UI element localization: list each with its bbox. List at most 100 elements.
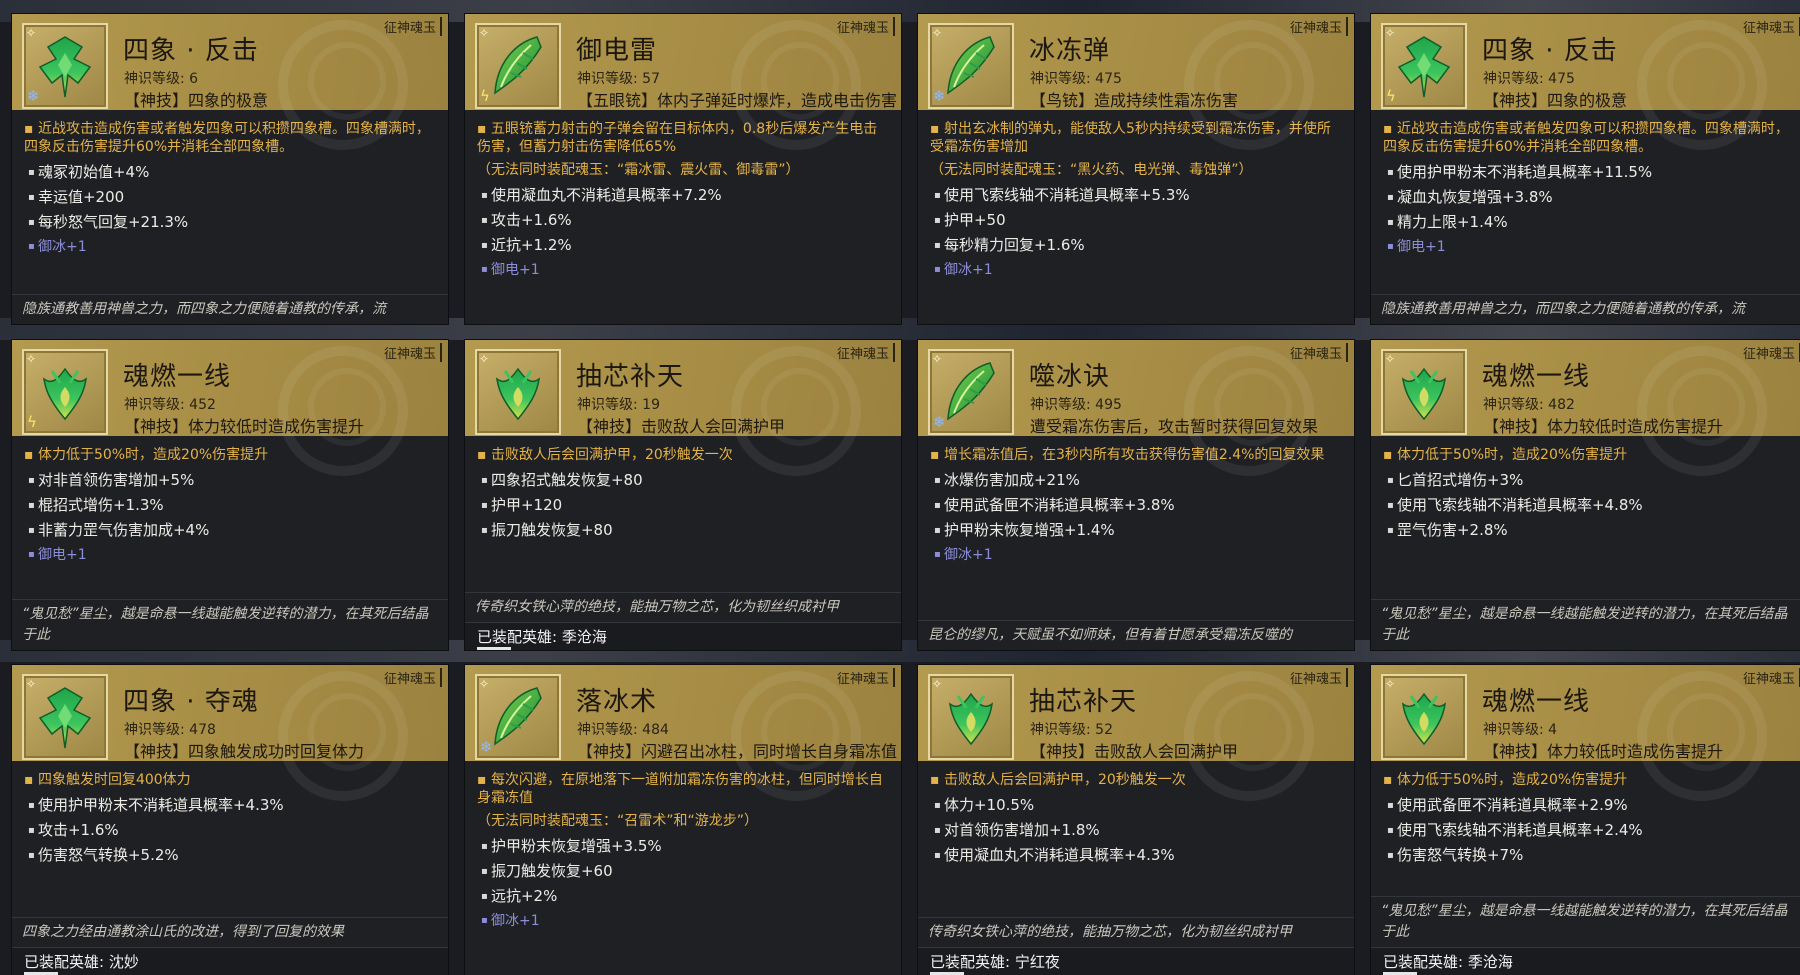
stat-line: 罡气伤害+2.8% xyxy=(1383,519,1795,544)
card-title: 抽芯补天 xyxy=(576,362,685,392)
soul-jade-card[interactable]: 征神魂玉 ✧ ϟ 魂燃一线 神识等级: 452 【神技】体力较低时造成伤害提升 ▪ 体力低于… xyxy=(12,340,448,650)
card-description: 【神技】体力较低时造成伤害提升 xyxy=(1483,417,1724,436)
stat-line: 魂冢初始值+4% xyxy=(24,161,436,186)
lore-text: 隐族通教善用神兽之力，而四象之力便随着通教的传承，流 xyxy=(12,294,448,324)
card-title: 四象 · 反击 xyxy=(123,36,259,66)
soul-jade-card[interactable]: 征神魂玉 ✧ ϟ 御电雷 神识等级: 57 【五眼铳】体内子弹延时爆炸，造成电击伤害 ▪ 五… xyxy=(465,14,901,324)
leaf-blade-icon: ✧ ❄ xyxy=(475,674,561,760)
snowflake-icon: ❄ xyxy=(27,87,40,105)
card-description: 【神技】四象的极意 xyxy=(1483,91,1628,110)
stat-line: 非蓄力罡气伤害加成+4% xyxy=(24,519,436,544)
soul-jade-card[interactable]: 征神魂玉 ✧ 抽芯补天 神识等级: 19 【神技】击败敌人会回满护甲 ▪ 击败敌人后会回满… xyxy=(465,340,901,650)
bolt-icon: ϟ xyxy=(27,413,37,431)
card-level: 神识等级: 57 xyxy=(577,71,660,87)
soul-jade-card[interactable]: 征神魂玉 ✧ 抽芯补天 神识等级: 52 【神技】击败敌人会回满护甲 ▪ 击败敌人后会回满… xyxy=(918,665,1354,975)
flame-heart-icon: ✧ ϟ xyxy=(22,349,108,435)
stat-line: 攻击+1.6% xyxy=(24,819,436,844)
corner-star-icon: ✧ xyxy=(479,677,490,691)
flame-heart-icon: ✧ xyxy=(475,349,561,435)
corner-star-icon: ✧ xyxy=(932,352,943,366)
effect-text: （无法同时装配魂玉：“霜冰雷、震火雷、御毒雷”） xyxy=(477,162,800,178)
sixiang-green-icon: ✧ xyxy=(22,674,108,760)
equipped-hero: 已装配英雄: 沈妙 xyxy=(12,947,448,975)
stat-line: 使用飞索线轴不消耗道具概率+5.3% xyxy=(930,184,1342,209)
category-tag: 征神魂玉 xyxy=(380,668,442,687)
lore-text: 传奇织女铁心萍的绝技，能抽万物之芯，化为韧丝织成衬甲 xyxy=(465,592,901,622)
card-level: 神识等级: 475 xyxy=(1030,71,1122,87)
stat-line: 攻击+1.6% xyxy=(477,209,889,234)
category-tag: 征神魂玉 xyxy=(833,343,895,362)
card-description: 【神技】四象触发成功时回复体力 xyxy=(124,742,365,761)
stat-line: 每秒精力回复+1.6% xyxy=(930,234,1342,259)
snowflake-icon: ❄ xyxy=(480,738,493,756)
card-level: 神识等级: 484 xyxy=(577,722,669,738)
card-description: 【神技】击败敌人会回满护甲 xyxy=(577,417,786,436)
soul-jade-card[interactable]: 征神魂玉 ✧ ❄ 噬冰诀 神识等级: 495 遭受霜冻伤害后，攻击暂时获得回复效果 ▪ 增长… xyxy=(918,340,1354,650)
sixiang-green-icon: ✧ ❄ xyxy=(22,23,108,109)
soul-jade-card[interactable]: 征神魂玉 ✧ ❄ 落冰术 神识等级: 484 【神技】闪避召出冰柱，同时增长自身霜冻值 ▪ … xyxy=(465,665,901,975)
equipped-indicator xyxy=(477,647,511,650)
category-tag: 征神魂玉 xyxy=(380,17,442,36)
corner-star-icon: ✧ xyxy=(479,352,490,366)
card-header: 征神魂玉 ✧ 魂燃一线 神识等级: 4 【神技】体力较低时造成伤害提升 xyxy=(1371,665,1800,801)
stat-line: 护甲+50 xyxy=(930,209,1342,234)
element-bonus: 御冰+1 xyxy=(24,236,436,260)
sixiang-green-icon: ✧ ϟ xyxy=(1381,23,1467,109)
snowflake-watermark xyxy=(1667,42,1745,120)
corner-star-icon: ✧ xyxy=(1385,352,1396,366)
soul-jade-card[interactable]: 征神魂玉 ✧ 四象 · 夺魂 神识等级: 478 【神技】四象触发成功时回复体力 ▪ 四象… xyxy=(12,665,448,975)
card-description: 【神技】体力较低时造成伤害提升 xyxy=(1483,742,1724,761)
card-title: 噬冰诀 xyxy=(1029,362,1111,392)
card-description: 【神技】四象的极意 xyxy=(124,91,269,110)
card-title: 魂燃一线 xyxy=(123,362,232,392)
corner-star-icon: ✧ xyxy=(1385,26,1396,40)
element-bonus: 御电+1 xyxy=(1383,236,1795,260)
stat-line: 使用武备匣不消耗道具概率+2.9% xyxy=(1383,794,1795,819)
stat-line: 棍招式增伤+1.3% xyxy=(24,494,436,519)
card-title: 魂燃一线 xyxy=(1482,687,1591,717)
stat-line: 对首领伤害增加+1.8% xyxy=(930,819,1342,844)
lore-text: “鬼见愁”星尘，越是命悬一线越能触发逆转的潜力，在其死后结晶于此 xyxy=(1371,599,1800,650)
leaf-blade-icon: ✧ ❄ xyxy=(928,349,1014,435)
stat-line: 每秒怒气回复+21.3% xyxy=(24,211,436,236)
card-title: 四象 · 反击 xyxy=(1482,36,1618,66)
card-header: 征神魂玉 ✧ 抽芯补天 神识等级: 52 【神技】击败敌人会回满护甲 xyxy=(918,665,1354,801)
soul-jade-card[interactable]: 征神魂玉 ✧ ϟ 四象 · 反击 神识等级: 475 【神技】四象的极意 ▪ 近战攻击造成伤… xyxy=(1371,14,1800,324)
category-tag: 征神魂玉 xyxy=(1286,17,1348,36)
card-title: 四象 · 夺魂 xyxy=(123,687,259,717)
equipped-hero: 已装配英雄: 季沧海 xyxy=(1371,947,1800,975)
card-header: 征神魂玉 ✧ ϟ 御电雷 神识等级: 57 【五眼铳】体内子弹延时爆炸，造成电击伤害 xyxy=(465,14,901,150)
element-bonus: 御冰+1 xyxy=(477,910,889,934)
card-header: 征神魂玉 ✧ 魂燃一线 神识等级: 482 【神技】体力较低时造成伤害提升 xyxy=(1371,340,1800,476)
stat-line: 伤害怒气转换+7% xyxy=(1383,844,1795,869)
soul-jade-card[interactable]: 征神魂玉 ✧ ❄ 四象 · 反击 神识等级: 6 【神技】四象的极意 ▪ 近战攻击造成伤害或… xyxy=(12,14,448,324)
corner-star-icon: ✧ xyxy=(26,677,37,691)
lore-text: “鬼见愁”星尘，越是命悬一线越能触发逆转的潜力，在其死后结晶于此 xyxy=(1371,896,1800,947)
soul-jade-card[interactable]: 征神魂玉 ✧ ❄ 冰冻弹 神识等级: 475 【鸟铳】造成持续性霜冻伤害 ▪ 射出玄冰制的弹… xyxy=(918,14,1354,324)
soul-jade-card[interactable]: 征神魂玉 ✧ 魂燃一线 神识等级: 4 【神技】体力较低时造成伤害提升 ▪ 体力低于50%… xyxy=(1371,665,1800,975)
stat-line: 凝血丸恢复增强+3.8% xyxy=(1383,186,1795,211)
lore-text: 隐族通教善用神兽之力，而四象之力便随着通教的传承，流 xyxy=(1371,294,1800,324)
card-description: 【神技】闪避召出冰柱，同时增长自身霜冻值 xyxy=(577,742,898,761)
category-tag: 征神魂玉 xyxy=(1286,343,1348,362)
lore-text: 四象之力经由通教涂山氏的改进，得到了回复的效果 xyxy=(12,917,448,947)
stat-line: 使用凝血丸不消耗道具概率+7.2% xyxy=(477,184,889,209)
stat-line: 伤害怒气转换+5.2% xyxy=(24,844,436,869)
stat-line: 体力+10.5% xyxy=(930,794,1342,819)
stat-line: 冰爆伤害加成+21% xyxy=(930,469,1342,494)
card-level: 神识等级: 475 xyxy=(1483,71,1575,87)
stat-line: 护甲粉末恢复增强+3.5% xyxy=(477,835,889,860)
soul-jade-card[interactable]: 征神魂玉 ✧ 魂燃一线 神识等级: 482 【神技】体力较低时造成伤害提升 ▪ 体力低于5… xyxy=(1371,340,1800,650)
card-level: 神识等级: 482 xyxy=(1483,397,1575,413)
category-tag: 征神魂玉 xyxy=(1739,668,1800,687)
card-title: 抽芯补天 xyxy=(1029,687,1138,717)
equipped-hero: 已装配英雄: 季沧海 xyxy=(465,622,901,650)
corner-star-icon: ✧ xyxy=(26,26,37,40)
flame-heart-icon: ✧ xyxy=(1381,349,1467,435)
card-description: 遭受霜冻伤害后，攻击暂时获得回复效果 xyxy=(1030,417,1319,436)
category-tag: 征神魂玉 xyxy=(1286,668,1348,687)
corner-star-icon: ✧ xyxy=(479,26,490,40)
stat-line: 振刀触发恢复+80 xyxy=(477,519,889,544)
stat-line: 使用凝血丸不消耗道具概率+4.3% xyxy=(930,844,1342,869)
stat-line: 护甲+120 xyxy=(477,494,889,519)
